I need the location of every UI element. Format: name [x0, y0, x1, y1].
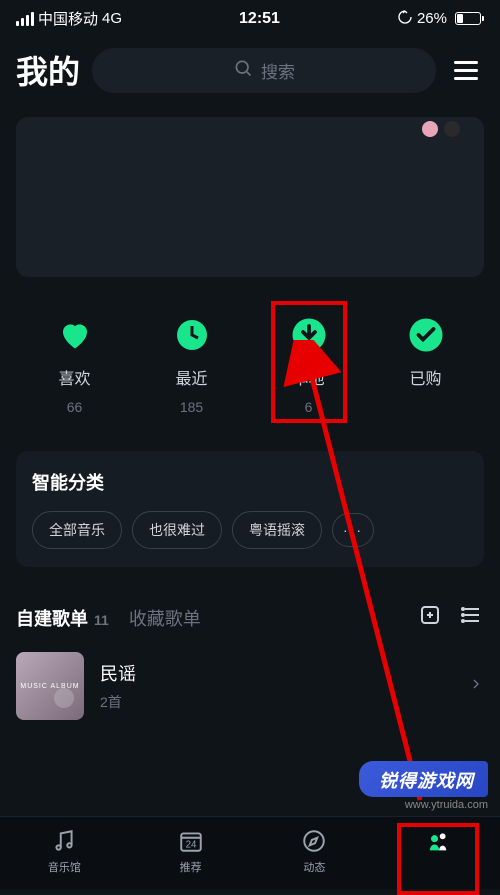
- nav-label: 音乐馆: [48, 859, 81, 875]
- chip-sad[interactable]: 也很难过: [132, 511, 222, 549]
- smart-category-title: 智能分类: [32, 469, 468, 495]
- chip-more[interactable]: ···: [332, 513, 374, 547]
- watermark-url: www.ytruida.com: [359, 799, 488, 811]
- svg-text:24: 24: [185, 840, 196, 851]
- playlist-meta: 2首: [100, 692, 452, 712]
- tab-count: 11: [94, 612, 109, 628]
- calendar-icon: 24: [177, 827, 205, 855]
- status-bar: 中国移动 4G 12:51 26%: [0, 0, 500, 37]
- playlist-section: 自建歌单 11 收藏歌单 MUSIC ALBUM 民谣 2首: [0, 579, 500, 740]
- shortcut-local[interactable]: 本地 6: [289, 315, 329, 415]
- clock: 12:51: [239, 10, 280, 28]
- check-icon: [406, 315, 446, 355]
- library-shortcuts: 喜欢 66 最近 185 本地 6 已购: [0, 285, 500, 439]
- compass-icon: [300, 827, 328, 855]
- status-left: 中国移动 4G: [16, 8, 122, 29]
- tab-favorite-playlists[interactable]: 收藏歌单: [129, 605, 201, 631]
- playlist-cover: MUSIC ALBUM: [16, 652, 84, 720]
- carrier-label: 中国移动: [38, 8, 98, 29]
- page-title: 我的: [16, 47, 80, 93]
- playlist-name: 民谣: [100, 660, 452, 686]
- nav-label: 推荐: [180, 859, 202, 875]
- watermark-text: 锐得游戏网: [359, 761, 488, 797]
- download-icon: [289, 315, 329, 355]
- nav-music-hall[interactable]: 音乐馆: [48, 827, 81, 875]
- battery-pct: 26%: [417, 10, 447, 27]
- menu-button[interactable]: [448, 55, 484, 86]
- add-playlist-button[interactable]: [418, 603, 442, 632]
- banner-card[interactable]: [16, 117, 484, 277]
- chevron-right-icon: [468, 676, 484, 697]
- chip-cantonese-rock[interactable]: 粤语摇滚: [232, 511, 322, 549]
- shortcut-label: 最近: [175, 365, 207, 389]
- shortcut-count: 185: [180, 399, 203, 415]
- shortcut-label: 本地: [292, 365, 324, 389]
- person-icon: [424, 827, 452, 855]
- nav-recommend[interactable]: 24 推荐: [177, 827, 205, 875]
- hamburger-icon: [454, 61, 478, 64]
- tab-label: 自建歌单: [16, 605, 88, 631]
- watermark: 锐得游戏网 www.ytruida.com: [359, 761, 488, 811]
- avatar: [422, 121, 438, 137]
- shortcut-count: 66: [67, 399, 83, 415]
- nav-moments[interactable]: 动态: [300, 827, 328, 875]
- search-placeholder: 搜索: [261, 58, 295, 83]
- signal-icon: [16, 12, 34, 26]
- header: 我的 搜索: [0, 37, 500, 109]
- heart-icon: [55, 315, 95, 355]
- banner-avatars: [422, 121, 460, 137]
- music-icon: [50, 827, 78, 855]
- shortcut-likes[interactable]: 喜欢 66: [55, 315, 95, 415]
- manage-playlist-button[interactable]: [460, 603, 484, 632]
- rotation-lock-icon: [397, 9, 413, 29]
- playlist-info: 民谣 2首: [100, 660, 452, 712]
- shortcut-recent[interactable]: 最近 185: [172, 315, 212, 415]
- network-label: 4G: [102, 10, 122, 27]
- clock-icon: [172, 315, 212, 355]
- playlist-item[interactable]: MUSIC ALBUM 民谣 2首: [16, 632, 484, 740]
- nav-label: 动态: [303, 859, 325, 875]
- nav-mine[interactable]: [424, 827, 452, 875]
- shortcut-label: 喜欢: [58, 365, 90, 389]
- shortcut-purchased[interactable]: 已购: [406, 315, 446, 415]
- search-icon: [233, 58, 253, 83]
- avatar: [444, 121, 460, 137]
- bottom-nav: 音乐馆 24 推荐 动态: [0, 816, 500, 889]
- smart-category-card: 智能分类 全部音乐 也很难过 粤语摇滚 ···: [16, 451, 484, 567]
- status-right: 26%: [397, 9, 484, 29]
- tab-label: 收藏歌单: [129, 605, 201, 631]
- battery-icon: [451, 12, 484, 25]
- chip-all-music[interactable]: 全部音乐: [32, 511, 122, 549]
- shortcut-count: 6: [305, 399, 313, 415]
- category-chips: 全部音乐 也很难过 粤语摇滚 ···: [32, 511, 468, 549]
- search-input[interactable]: 搜索: [92, 48, 436, 93]
- shortcut-label: 已购: [409, 365, 441, 389]
- playlist-tabs: 自建歌单 11 收藏歌单: [16, 603, 484, 632]
- tab-created-playlists[interactable]: 自建歌单 11: [16, 605, 109, 631]
